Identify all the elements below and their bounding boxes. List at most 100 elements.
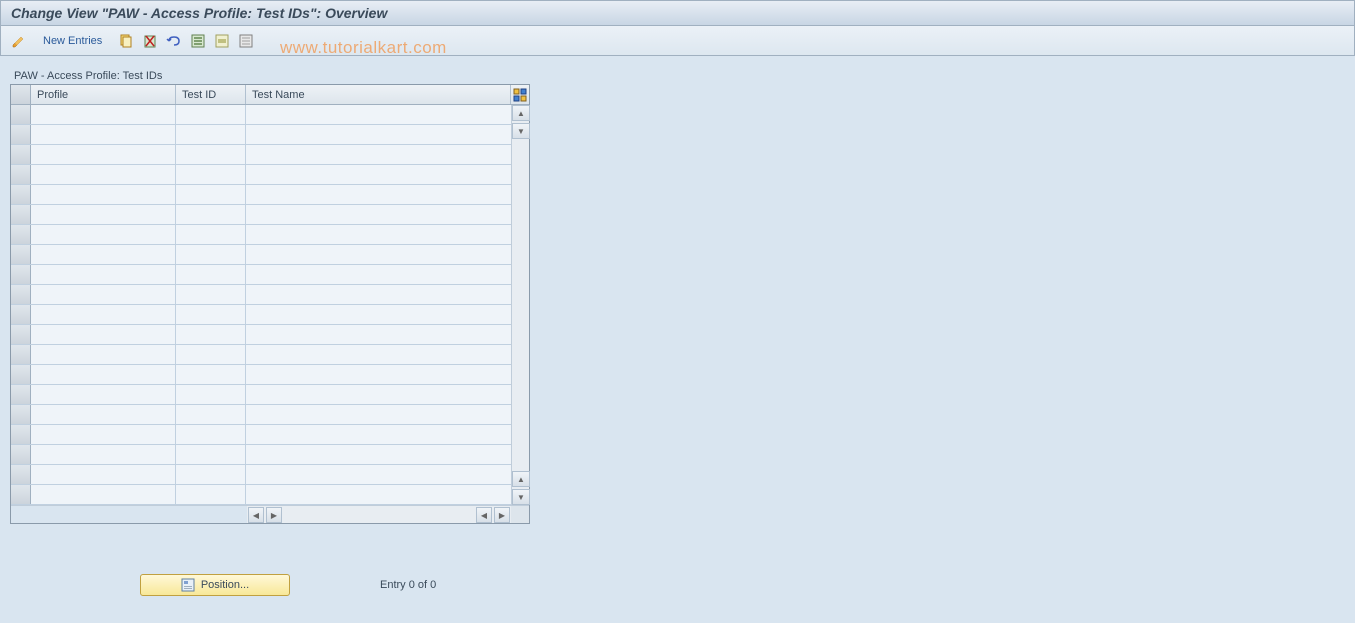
table-row[interactable] [11, 285, 511, 305]
cell-testid[interactable] [176, 485, 246, 504]
table-row[interactable] [11, 405, 511, 425]
table-row[interactable] [11, 105, 511, 125]
cell-profile[interactable] [31, 425, 176, 444]
row-selector[interactable] [11, 445, 31, 464]
cell-profile[interactable] [31, 225, 176, 244]
row-selector[interactable] [11, 285, 31, 304]
scroll-down-icon[interactable]: ▼ [512, 123, 530, 139]
table-row[interactable] [11, 145, 511, 165]
vertical-scrollbar[interactable]: ▲ ▼ ▲ ▼ [511, 105, 529, 505]
cell-profile[interactable] [31, 405, 176, 424]
cell-profile[interactable] [31, 325, 176, 344]
table-row[interactable] [11, 245, 511, 265]
cell-testid[interactable] [176, 385, 246, 404]
table-row[interactable] [11, 465, 511, 485]
row-selector[interactable] [11, 325, 31, 344]
row-selector[interactable] [11, 385, 31, 404]
cell-profile[interactable] [31, 165, 176, 184]
row-selector[interactable] [11, 485, 31, 504]
cell-testid[interactable] [176, 205, 246, 224]
cell-profile[interactable] [31, 485, 176, 504]
cell-profile[interactable] [31, 245, 176, 264]
cell-testid[interactable] [176, 445, 246, 464]
table-row[interactable] [11, 185, 511, 205]
row-selector[interactable] [11, 405, 31, 424]
cell-testname[interactable] [246, 405, 511, 424]
cell-testname[interactable] [246, 425, 511, 444]
scroll-right-icon[interactable]: ▶ [266, 507, 282, 523]
column-header-testid[interactable]: Test ID [176, 85, 246, 104]
table-row[interactable] [11, 365, 511, 385]
cell-profile[interactable] [31, 445, 176, 464]
toggle-edit-icon[interactable] [9, 31, 29, 51]
cell-testname[interactable] [246, 365, 511, 384]
cell-testname[interactable] [246, 385, 511, 404]
cell-testid[interactable] [176, 165, 246, 184]
cell-testname[interactable] [246, 465, 511, 484]
table-row[interactable] [11, 445, 511, 465]
position-button[interactable]: Position... [140, 574, 290, 596]
scroll-up2-icon[interactable]: ▲ [512, 471, 530, 487]
cell-testid[interactable] [176, 285, 246, 304]
cell-testid[interactable] [176, 245, 246, 264]
row-selector[interactable] [11, 165, 31, 184]
deselect-all-icon[interactable] [236, 31, 256, 51]
cell-testname[interactable] [246, 345, 511, 364]
column-header-profile[interactable]: Profile [31, 85, 176, 104]
delete-icon[interactable] [140, 31, 160, 51]
scroll-down2-icon[interactable]: ▼ [512, 489, 530, 505]
cell-profile[interactable] [31, 145, 176, 164]
cell-testname[interactable] [246, 145, 511, 164]
scroll-up-icon[interactable]: ▲ [512, 105, 530, 121]
cell-testname[interactable] [246, 105, 511, 124]
table-row[interactable] [11, 305, 511, 325]
row-selector[interactable] [11, 145, 31, 164]
scroll-right2-icon[interactable]: ▶ [494, 507, 510, 523]
cell-testname[interactable] [246, 185, 511, 204]
cell-testname[interactable] [246, 445, 511, 464]
cell-profile[interactable] [31, 125, 176, 144]
table-row[interactable] [11, 125, 511, 145]
scroll-left2-icon[interactable]: ◀ [476, 507, 492, 523]
cell-testid[interactable] [176, 105, 246, 124]
cell-testname[interactable] [246, 225, 511, 244]
copy-icon[interactable] [116, 31, 136, 51]
table-row[interactable] [11, 205, 511, 225]
cell-profile[interactable] [31, 305, 176, 324]
cell-testid[interactable] [176, 125, 246, 144]
table-row[interactable] [11, 325, 511, 345]
cell-testid[interactable] [176, 345, 246, 364]
table-config-icon[interactable] [511, 85, 529, 104]
table-row[interactable] [11, 265, 511, 285]
cell-profile[interactable] [31, 285, 176, 304]
cell-profile[interactable] [31, 105, 176, 124]
cell-testid[interactable] [176, 425, 246, 444]
row-selector[interactable] [11, 305, 31, 324]
row-selector[interactable] [11, 265, 31, 284]
undo-icon[interactable] [164, 31, 184, 51]
horizontal-scrollbar[interactable]: ◀ ▶ ◀ ▶ [11, 505, 529, 523]
cell-testname[interactable] [246, 485, 511, 504]
cell-testid[interactable] [176, 465, 246, 484]
cell-testid[interactable] [176, 365, 246, 384]
cell-profile[interactable] [31, 465, 176, 484]
row-selector[interactable] [11, 465, 31, 484]
row-selector[interactable] [11, 425, 31, 444]
table-row[interactable] [11, 225, 511, 245]
cell-profile[interactable] [31, 265, 176, 284]
row-selector[interactable] [11, 125, 31, 144]
cell-testname[interactable] [246, 125, 511, 144]
row-selector-header[interactable] [11, 85, 31, 104]
row-selector[interactable] [11, 185, 31, 204]
cell-testname[interactable] [246, 305, 511, 324]
cell-testname[interactable] [246, 265, 511, 284]
select-block-icon[interactable] [212, 31, 232, 51]
cell-testname[interactable] [246, 205, 511, 224]
new-entries-button[interactable]: New Entries [37, 33, 108, 49]
table-row[interactable] [11, 385, 511, 405]
cell-testname[interactable] [246, 245, 511, 264]
cell-testname[interactable] [246, 325, 511, 344]
cell-testid[interactable] [176, 145, 246, 164]
select-all-icon[interactable] [188, 31, 208, 51]
table-row[interactable] [11, 425, 511, 445]
